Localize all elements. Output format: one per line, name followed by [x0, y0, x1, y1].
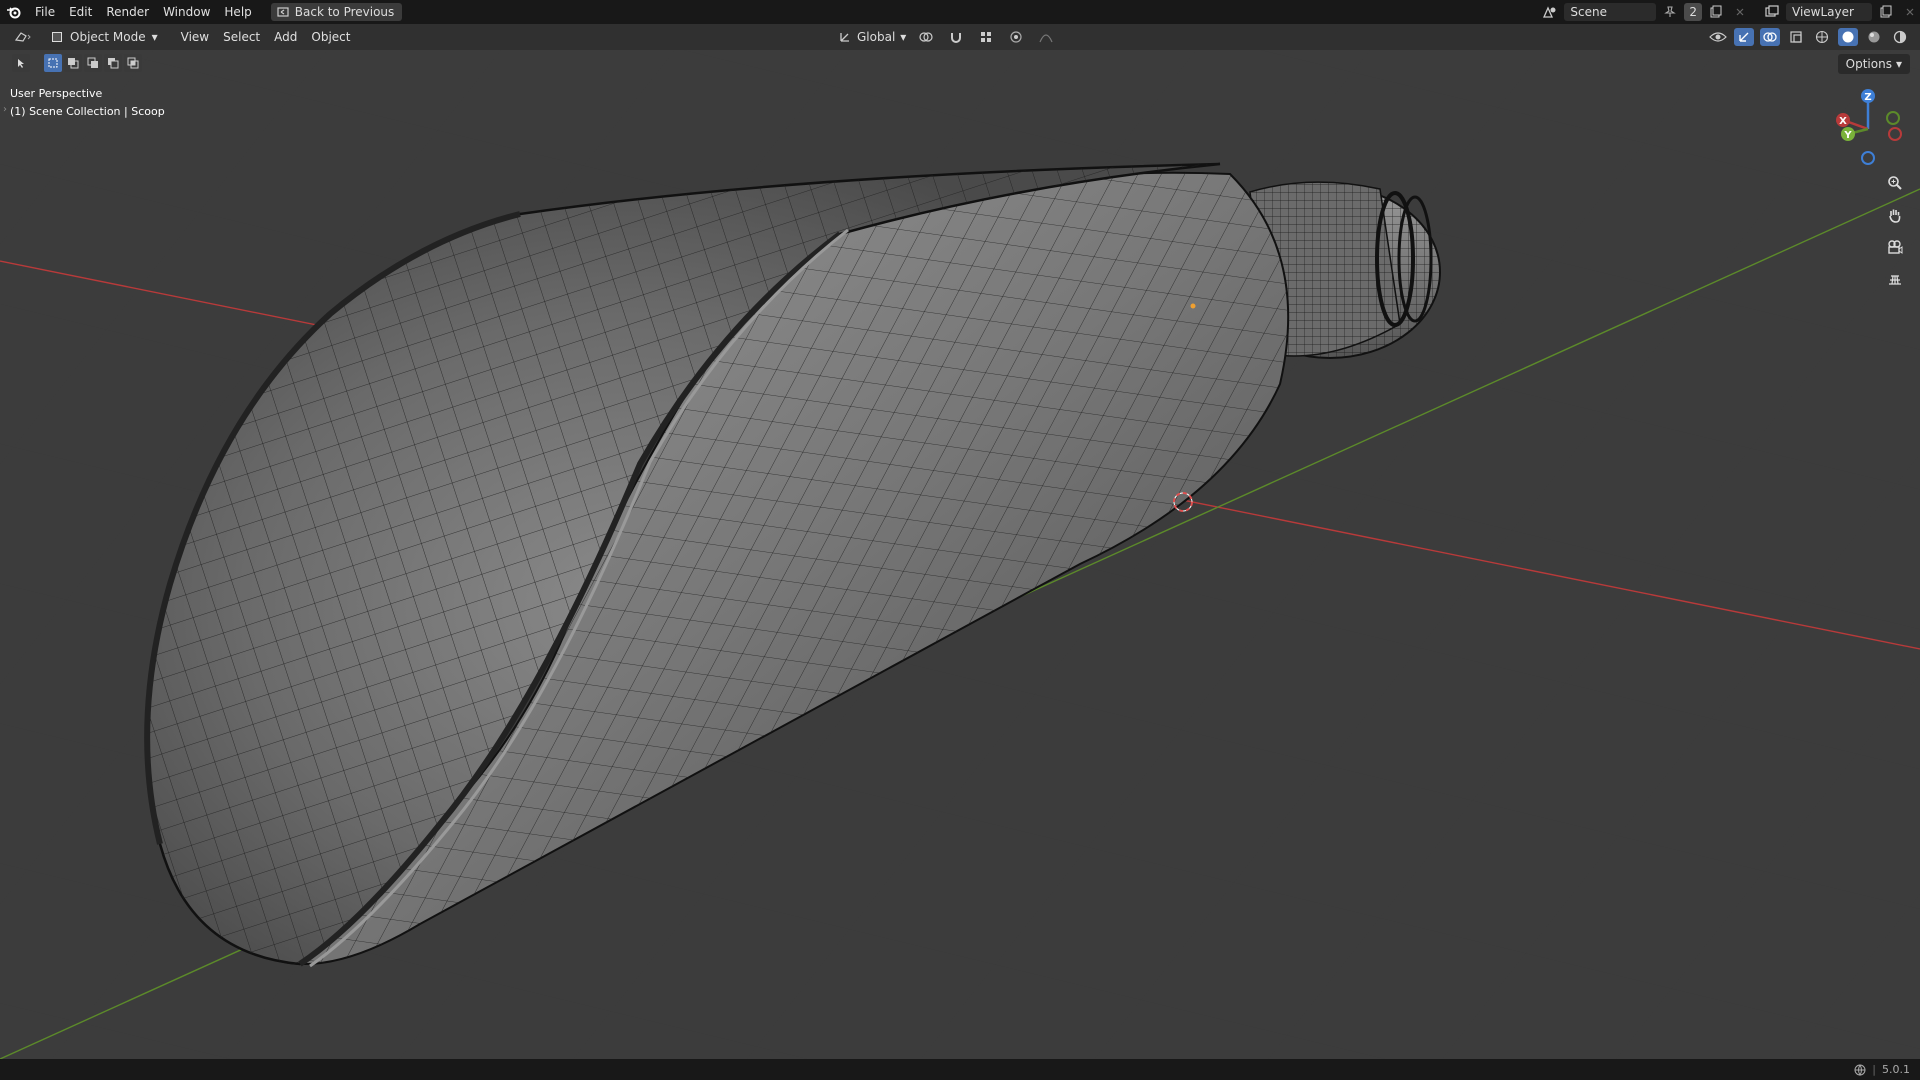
- menu-edit[interactable]: Edit: [62, 0, 99, 24]
- proportional-editing-icon[interactable]: [1006, 28, 1026, 46]
- xray-toggle-icon[interactable]: [1786, 28, 1806, 46]
- viewport-3d[interactable]: [0, 24, 1920, 1059]
- viewport-display-tools: [1708, 27, 1910, 47]
- options-label: Options: [1845, 57, 1892, 71]
- object-mode-dropdown[interactable]: Object Mode ▾: [44, 27, 166, 47]
- options-dropdown[interactable]: Options ▾: [1837, 54, 1910, 74]
- select-subtract-icon[interactable]: [84, 54, 102, 72]
- transform-orientation-label: Global: [857, 30, 896, 44]
- select-intersect-icon[interactable]: [124, 54, 142, 72]
- transform-tools: Global ▾: [838, 27, 1056, 47]
- select-extend-icon[interactable]: [64, 54, 82, 72]
- gizmo-neg-y-handle[interactable]: [1886, 111, 1900, 125]
- scene-users-value: 2: [1689, 5, 1697, 19]
- orientation-axes-icon: [838, 30, 852, 44]
- menu-select[interactable]: Select: [216, 25, 267, 49]
- menu-add[interactable]: Add: [267, 25, 304, 49]
- object-mode-label: Object Mode: [70, 30, 146, 44]
- menu-help[interactable]: Help: [217, 0, 258, 24]
- rendered-shading-icon[interactable]: [1890, 28, 1910, 46]
- collection-label: (1) Scene Collection | Scoop: [10, 105, 165, 118]
- object-mode-icon: [50, 30, 64, 44]
- globe-icon: [1854, 1064, 1866, 1076]
- material-shading-icon[interactable]: [1864, 28, 1884, 46]
- camera-view-icon[interactable]: [1882, 234, 1908, 260]
- viewport-navigation-tools: [1882, 170, 1908, 292]
- tweak-select-icon[interactable]: [12, 54, 30, 72]
- gizmo-neg-x-handle[interactable]: [1888, 127, 1902, 141]
- scene-selector-icon[interactable]: [1540, 3, 1560, 21]
- back-to-previous-label: Back to Previous: [294, 5, 395, 19]
- expand-arrow-icon[interactable]: ›: [3, 104, 7, 115]
- selection-mode-tools: [12, 54, 142, 72]
- overlays-icon[interactable]: [1760, 28, 1780, 46]
- top-right-controls: Scene 2 ViewLayer: [1540, 0, 1920, 24]
- chevron-down-icon: ▾: [1895, 57, 1902, 71]
- pan-hand-icon[interactable]: [1882, 202, 1908, 228]
- status-bar: [0, 1059, 1920, 1080]
- pin-icon[interactable]: [1660, 3, 1680, 21]
- gizmo-toggle-icon[interactable]: [1734, 28, 1754, 46]
- chevron-down-icon: ▾: [151, 30, 158, 44]
- snap-magnet-icon[interactable]: [946, 28, 966, 46]
- visibility-eye-icon[interactable]: [1708, 28, 1728, 46]
- top-menu-bar: File Edit Render Window Help Back to Pre…: [0, 0, 1920, 24]
- remove-view-layer-icon[interactable]: [1900, 3, 1920, 21]
- gizmo-z-label: Z: [1864, 92, 1871, 103]
- menu-render[interactable]: Render: [99, 0, 156, 24]
- wireframe-shading-icon[interactable]: [1812, 28, 1832, 46]
- blender-logo-icon[interactable]: [0, 0, 28, 24]
- menu-file[interactable]: File: [28, 0, 62, 24]
- viewport-info: User Perspective (1) Scene Collection | …: [10, 85, 165, 121]
- navigation-gizmo[interactable]: Z X Y: [1823, 84, 1913, 174]
- perspective-label: User Perspective: [10, 87, 103, 100]
- scene-name-field[interactable]: Scene: [1564, 3, 1657, 21]
- view-layer-selector-icon[interactable]: [1762, 3, 1782, 21]
- back-to-previous-button[interactable]: Back to Previous: [270, 3, 403, 21]
- menu-object[interactable]: Object: [304, 25, 357, 49]
- orthographic-grid-icon[interactable]: [1882, 266, 1908, 292]
- solid-shading-icon[interactable]: [1838, 28, 1858, 46]
- chevron-down-icon: ▾: [900, 30, 907, 44]
- menu-view[interactable]: View: [174, 25, 216, 49]
- gizmo-x-label: X: [1839, 116, 1847, 127]
- transform-orientation-dropdown[interactable]: Global ▾: [838, 30, 906, 44]
- select-new-icon[interactable]: [44, 54, 62, 72]
- scene-name: Scene: [1570, 5, 1607, 19]
- snap-increment-icon[interactable]: [976, 28, 996, 46]
- gizmo-neg-z-handle[interactable]: [1861, 151, 1875, 165]
- view-layer-name: ViewLayer: [1792, 5, 1854, 19]
- gizmo-y-label: Y: [1843, 130, 1852, 141]
- divider: |: [1872, 1063, 1876, 1076]
- new-view-layer-icon[interactable]: [1876, 3, 1896, 21]
- view-layer-field[interactable]: ViewLayer: [1786, 3, 1872, 21]
- delete-scene-icon[interactable]: [1730, 3, 1750, 21]
- editor-type-icon[interactable]: [10, 28, 36, 46]
- scene-users-count: 2: [1684, 3, 1702, 21]
- falloff-curve-icon[interactable]: [1036, 28, 1056, 46]
- blender-version: 5.0.1: [1882, 1063, 1910, 1076]
- object-origin: [1190, 303, 1196, 309]
- zoom-icon[interactable]: [1882, 170, 1908, 196]
- select-invert-icon[interactable]: [104, 54, 122, 72]
- new-scene-icon[interactable]: [1706, 3, 1726, 21]
- menu-window[interactable]: Window: [156, 0, 217, 24]
- version-info: | 5.0.1: [1854, 1063, 1910, 1076]
- pivot-point-icon[interactable]: [916, 28, 936, 46]
- screen-back-icon: [277, 6, 289, 18]
